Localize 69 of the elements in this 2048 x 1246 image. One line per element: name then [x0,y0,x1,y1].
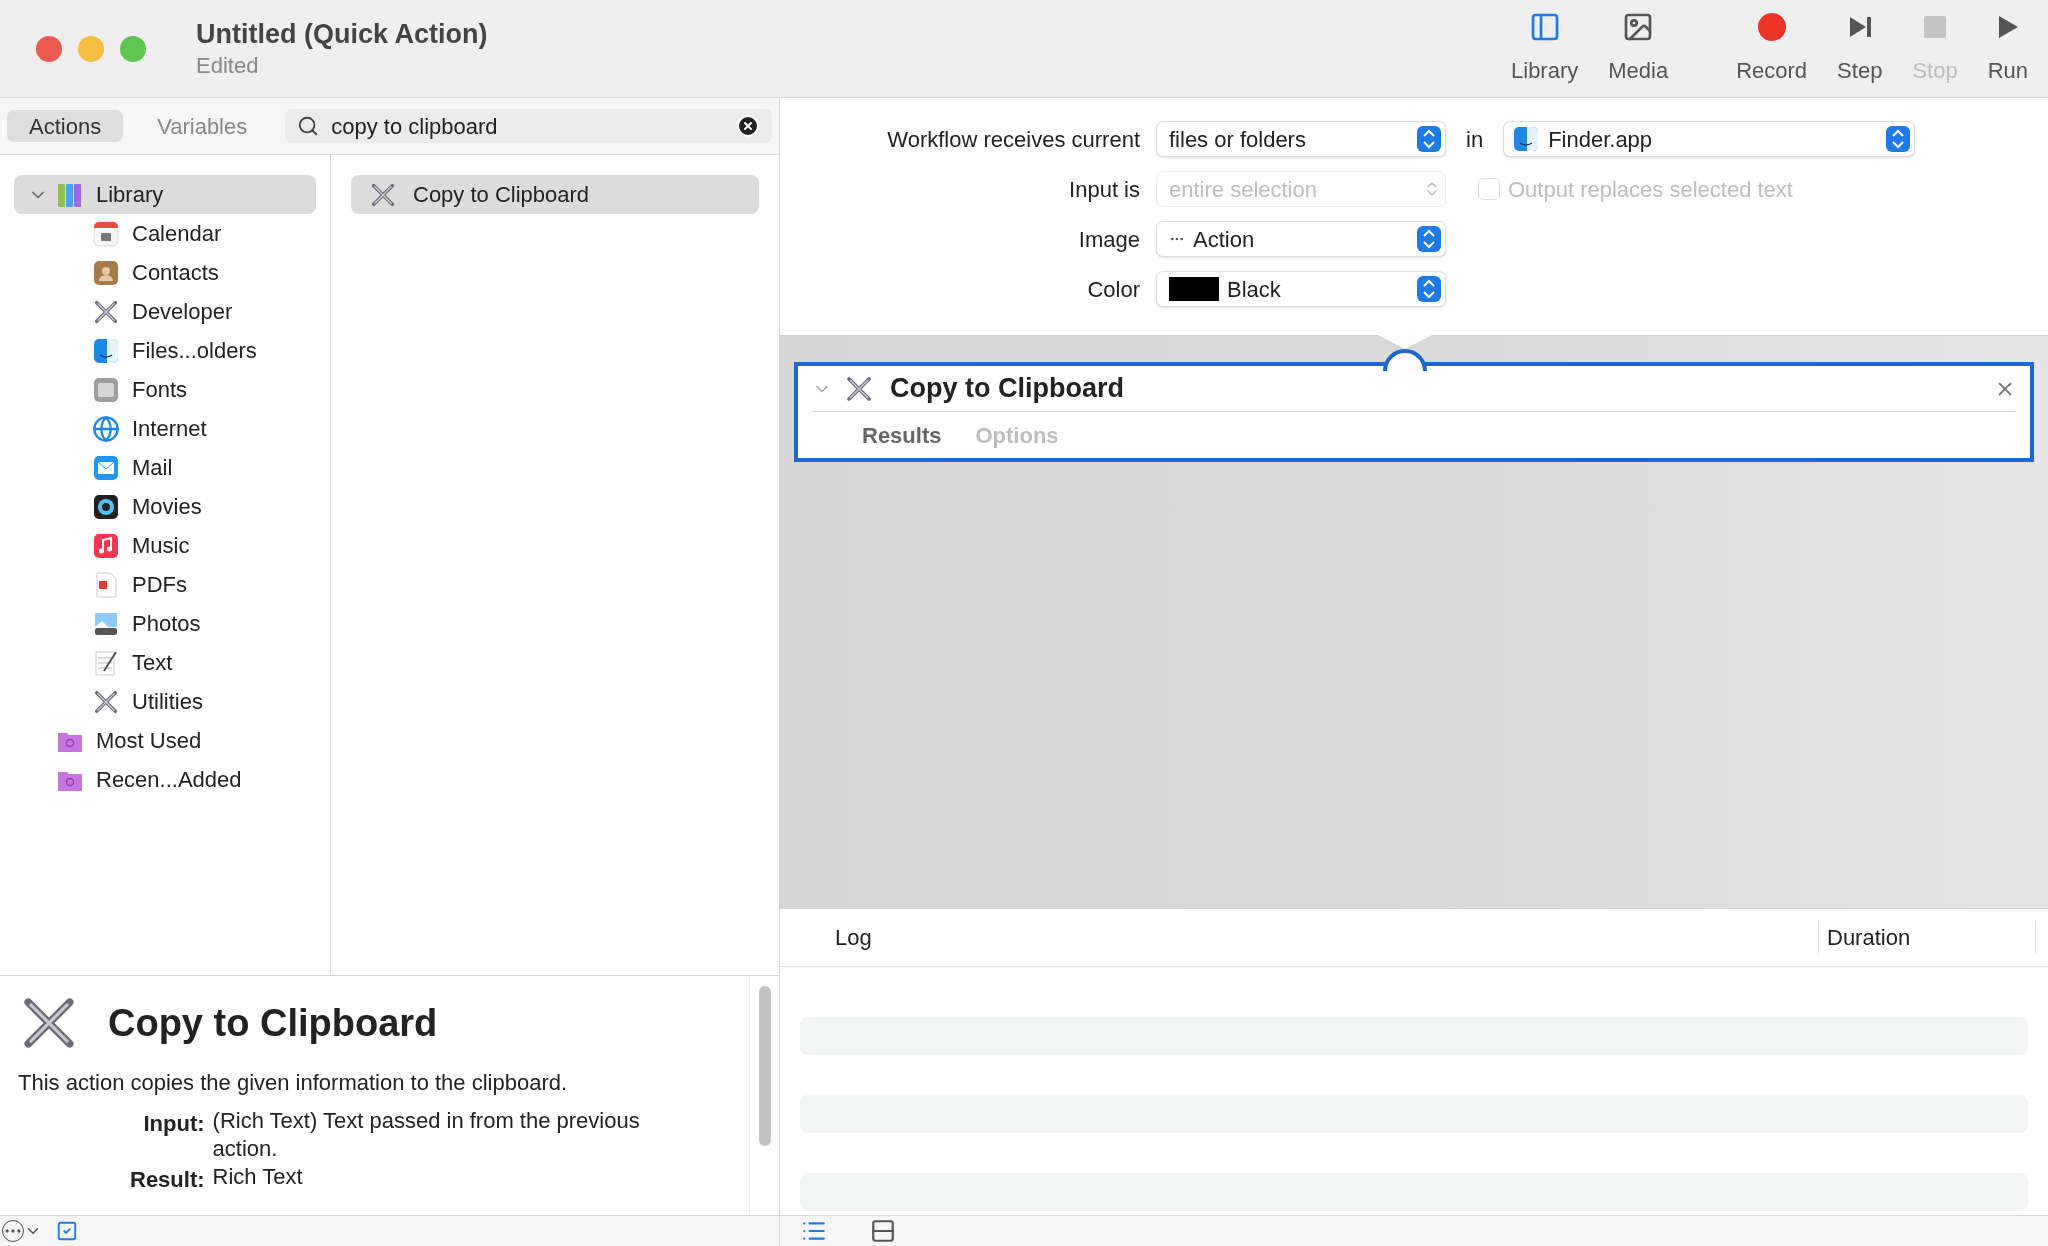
library-item[interactable]: Developer [14,292,316,331]
library-item[interactable]: Most Used [14,721,316,760]
description-text: This action copies the given information to the clipboard. [18,1069,569,1097]
popup-button[interactable]: Black [1156,271,1446,307]
stepper-icon [1417,226,1441,252]
library-item[interactable]: Files...olders [14,331,316,370]
library-item[interactable]: Contacts [14,253,316,292]
library-item[interactable]: Internet [14,409,316,448]
library-item[interactable]: PDFs [14,565,316,604]
font-book-icon [92,375,120,404]
face-icon [92,336,120,365]
scrollbar-thumb[interactable] [758,986,771,1146]
calendar-icon [92,219,120,248]
action-title: Copy to Clipboard [890,372,1124,406]
column-header[interactable]: Duration [1818,920,2036,955]
setting-label: Color [1086,275,1140,304]
setting-label: Workflow receives current [886,125,1140,154]
search-field[interactable]: copy to clipboard [285,109,772,143]
popup-button[interactable]: Action [1156,221,1446,257]
connector-notch-icon [1378,335,1432,371]
library-item[interactable]: Mail [14,448,316,487]
toolbar-button[interactable]: Media [1608,10,1669,87]
checkbox-square-icon[interactable] [56,1220,78,1242]
close-window-button[interactable] [36,35,62,62]
popup-button[interactable]: files or folders [1156,121,1446,157]
description-title: Copy to Clipboard [108,1000,438,1046]
library-item[interactable]: Fonts [14,370,316,409]
stepper-icon [1417,276,1441,302]
tab[interactable]: Actions [7,110,124,142]
face-icon [1512,125,1541,153]
zoom-window-button[interactable] [120,35,146,62]
app-popup-button[interactable]: Finder.app [1503,121,1916,157]
contact-card-icon [92,258,120,287]
library-item[interactable]: Movies [14,487,316,526]
toolbar-button[interactable]: Library [1511,10,1579,87]
checkbox-label: Output replaces selected text [1508,175,1793,204]
library-item[interactable]: Utilities [14,682,316,721]
notepad-pen-icon [92,648,120,677]
stepper-icon [1886,126,1911,152]
action-tab[interactable]: Results [862,418,942,452]
library-item[interactable]: Calendar [14,214,316,253]
window-title: Untitled (Quick Action) [196,17,488,51]
music-note-icon [92,531,120,560]
envelope-icon [92,453,120,482]
toolbar-button[interactable]: Step [1837,10,1883,87]
column-header[interactable]: Log [780,921,1818,954]
search-icon [297,115,320,137]
action-list-item[interactable]: Copy to Clipboard [351,175,759,214]
field-value: Rich Text [212,1163,304,1191]
stop-icon [1922,14,1948,40]
field-label: Input: [142,1110,205,1138]
library-item[interactable]: Text [14,643,316,682]
setting-label: Input is [1068,175,1140,204]
setting-label: Image [1077,225,1140,254]
field-value: (Rich Text) Text passed in from the previous action. [212,1107,641,1163]
record-icon [1756,12,1787,42]
window-subtitle: Edited [196,51,260,80]
clear-search-icon[interactable] [736,114,760,138]
stepper-icon [1417,126,1441,152]
toolbar-button[interactable]: Run [1987,10,2028,87]
connector-label: in [1466,125,1484,154]
globe-icon [92,414,120,443]
field-label: Result: [130,1166,205,1194]
library-item[interactable]: Photos [14,604,316,643]
library-item[interactable]: Music [14,526,316,565]
library-item[interactable]: Recen...Added [14,760,316,799]
library-item[interactable]: Library [14,175,316,214]
action-card[interactable]: Copy to Clipboard Results Options [794,362,2034,462]
toolbar-button[interactable]: Record [1736,10,1808,87]
